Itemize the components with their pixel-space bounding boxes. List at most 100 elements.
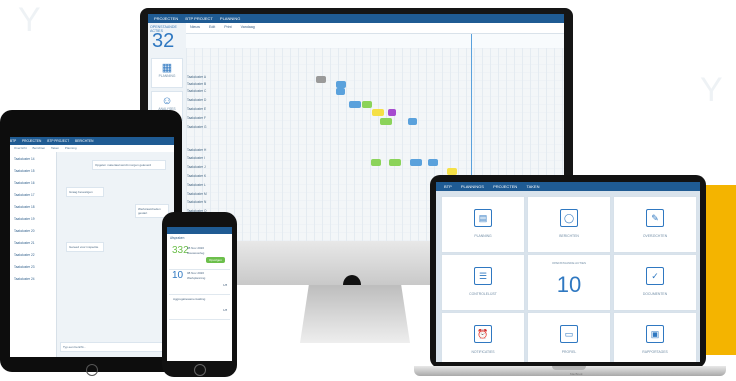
task-bar[interactable]: [336, 88, 345, 95]
task-bar[interactable]: [380, 118, 392, 125]
tab-taken[interactable]: Taken: [51, 146, 59, 150]
document-icon: ▣: [646, 325, 664, 343]
calendar-icon: ▦: [161, 62, 173, 74]
appointment-card[interactable]: Aggregatiesamenvatting 1/8: [169, 295, 230, 320]
edit-button[interactable]: Edit: [209, 25, 215, 29]
today-button[interactable]: Vandaag: [241, 25, 255, 29]
tile-label: NOTIFICATIES: [471, 350, 495, 354]
appointment-date: 08 Nov 2020: [187, 271, 205, 275]
reports-tile[interactable]: ▣ RAPPORTAGES: [613, 312, 697, 362]
print-button[interactable]: Print: [224, 25, 231, 29]
messages-tile[interactable]: ◯ BERICHTEN: [527, 196, 611, 253]
task-bar[interactable]: [428, 159, 438, 166]
task-row-label[interactable]: Taakcluster K: [187, 174, 206, 178]
progress-badge: 1/8: [223, 283, 228, 287]
top-nav-projects[interactable]: PROJECTEN: [154, 16, 178, 21]
task-bar[interactable]: [316, 76, 326, 83]
task-row-label[interactable]: Taakcluster M: [187, 192, 207, 196]
task-row-label[interactable]: Taakcluster L: [187, 183, 206, 187]
top-nav-planning[interactable]: PLANNING: [220, 16, 240, 21]
notifications-tile[interactable]: ⏰ NOTIFICATIES: [441, 312, 525, 362]
timeline-header: [186, 34, 564, 49]
planning-toolbar: Nieuw Edit Print Vandaag: [186, 23, 564, 34]
contact-item[interactable]: Taakcluster 19: [14, 217, 35, 221]
laptop-nav-item[interactable]: PLANNINGS: [461, 184, 484, 189]
appointment-card[interactable]: 332 08 Nov 2020 Bouwoverleg Opvolgen: [169, 245, 230, 270]
task-row-label[interactable]: Taakcluster E: [187, 107, 206, 111]
tab-berichten[interactable]: Berichten: [33, 146, 46, 150]
tile-label: BERICHTEN: [559, 234, 579, 238]
chat-message: Graag bevestigen: [66, 187, 104, 197]
top-nav-project[interactable]: BTP PROJECT: [185, 16, 212, 21]
alarm-icon: ⏰: [474, 325, 492, 343]
documents-tile[interactable]: ✓ DOCUMENTEN: [613, 254, 697, 311]
tablet-nav-item[interactable]: BERICHTEN: [75, 139, 93, 143]
appointment-title: Bouwoverleg: [187, 251, 205, 255]
task-bar[interactable]: [336, 81, 346, 88]
tablet-top-navigation: BTP PROJECTEN BTP PROJECT BERICHTEN: [10, 137, 174, 145]
profile-tile[interactable]: ▭ PROFIEL: [527, 312, 611, 362]
message-input[interactable]: Typ een bericht...: [60, 342, 170, 352]
check-icon: ✓: [646, 267, 664, 285]
contact-item[interactable]: Taakcluster 15: [14, 169, 35, 173]
task-bar[interactable]: [372, 109, 384, 116]
follow-up-button[interactable]: Opvolgen: [206, 257, 225, 263]
contact-item[interactable]: Taakcluster 20: [14, 229, 35, 233]
open-actions-tile[interactable]: OPENSTAANDE ACTIES 10: [527, 254, 611, 311]
tablet-nav-item[interactable]: BTP PROJECT: [47, 139, 69, 143]
contact-item[interactable]: Taakcluster 14: [14, 157, 35, 161]
task-row-label[interactable]: Taakcluster J: [187, 165, 206, 169]
tab-planning[interactable]: Planning: [65, 146, 77, 150]
contact-item[interactable]: Taakcluster 16: [14, 181, 35, 185]
task-bar[interactable]: [447, 168, 457, 175]
planning-tile[interactable]: ▤ PLANNING: [441, 196, 525, 253]
task-bar[interactable]: [389, 159, 401, 166]
y-decor-icon: Y: [18, 1, 41, 39]
tablet-home-button[interactable]: [86, 364, 98, 376]
task-row-label[interactable]: Taakcluster A: [187, 75, 206, 79]
edit-icon: ✎: [646, 209, 664, 227]
contact-item[interactable]: Taakcluster 24: [14, 277, 35, 281]
tab-overzicht[interactable]: Overzicht: [14, 146, 27, 150]
laptop-nav-item[interactable]: TAKEN: [526, 184, 539, 189]
new-button[interactable]: Nieuw: [190, 25, 200, 29]
contact-item[interactable]: Taakcluster 23: [14, 265, 35, 269]
task-bar[interactable]: [362, 101, 372, 108]
task-bar[interactable]: [388, 109, 396, 116]
task-bar[interactable]: [371, 159, 381, 166]
task-row-label[interactable]: Taakcluster G: [187, 125, 207, 129]
contact-item[interactable]: Taakcluster 22: [14, 253, 35, 257]
task-bar[interactable]: [410, 159, 422, 166]
tablet-nav-item[interactable]: PROJECTEN: [22, 139, 41, 143]
tile-label: OVERZICHTEN: [642, 234, 668, 238]
overview-tile[interactable]: ✎ OVERZICHTEN: [613, 196, 697, 253]
imac-stand: [300, 285, 410, 343]
planning-nav-card[interactable]: ▦ PLANNING: [151, 58, 183, 88]
task-row-label[interactable]: Taakcluster B: [187, 82, 206, 86]
contact-item[interactable]: Taakcluster 17: [14, 193, 35, 197]
task-row-label[interactable]: Taakcluster C: [187, 89, 206, 93]
appointment-card[interactable]: 10 08 Nov 2020 Werkplanning 1/8: [169, 270, 230, 295]
phone-home-button[interactable]: [194, 364, 206, 376]
tile-label: RAPPORTAGES: [642, 350, 668, 354]
task-row-label[interactable]: Taakcluster H: [187, 148, 206, 152]
tablet-nav-item[interactable]: BTP: [10, 139, 16, 143]
phone-title: Afspraken: [170, 236, 185, 240]
laptop-nav-item[interactable]: PROJECTEN: [493, 184, 517, 189]
task-row-label[interactable]: Taakcluster D: [187, 98, 206, 102]
checklist-tile[interactable]: ☰ CONTROLELIJST: [441, 254, 525, 311]
contact-item[interactable]: Taakcluster 18: [14, 205, 35, 209]
phone-screen: Afspraken 332 08 Nov 2020 Bouwoverleg Op…: [167, 227, 232, 361]
tablet-screen: BTP PROJECTEN BTP PROJECT BERICHTEN Over…: [10, 137, 174, 357]
open-actions-count: 32: [152, 30, 175, 52]
task-row-label[interactable]: Taakcluster F: [187, 116, 206, 120]
contact-item[interactable]: Taakcluster 21: [14, 241, 35, 245]
task-row-label[interactable]: Taakcluster I: [187, 156, 205, 160]
task-bar[interactable]: [408, 118, 417, 125]
smile-icon: ☺: [161, 95, 173, 107]
task-row-label[interactable]: Taakcluster N: [187, 200, 206, 204]
appointment-title: Werkplanning: [187, 276, 206, 280]
task-bar[interactable]: [349, 101, 361, 108]
tile-label: CONTROLELIJST: [469, 292, 497, 296]
laptop-nav-item[interactable]: BTP: [444, 184, 452, 189]
